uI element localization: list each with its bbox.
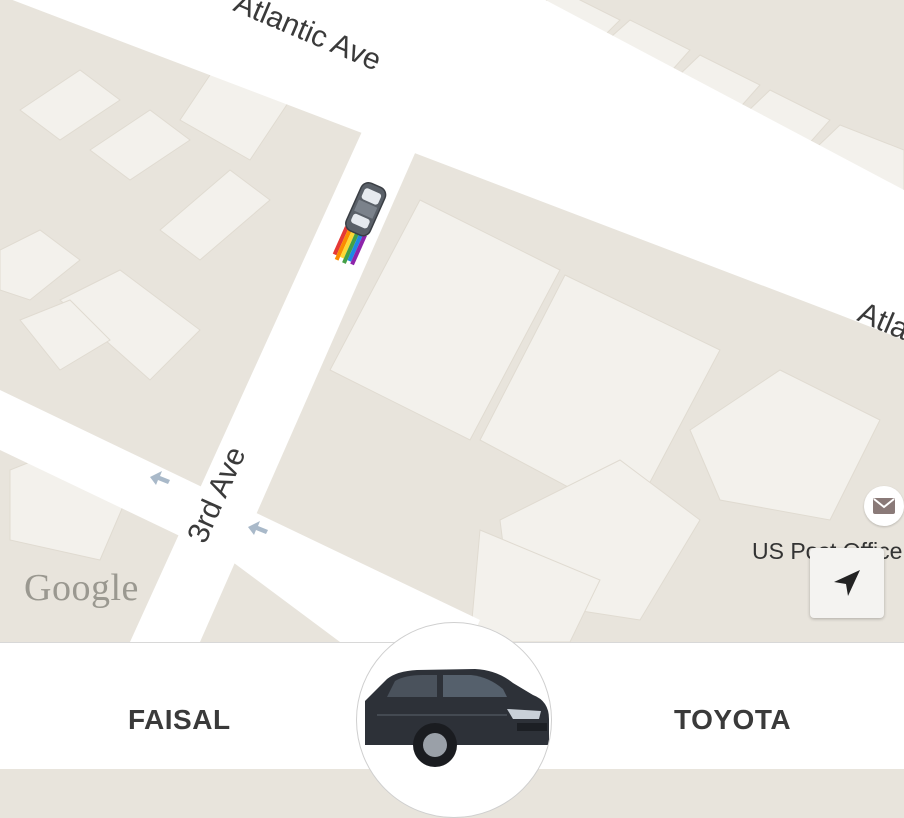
google-logo: Google bbox=[24, 567, 139, 609]
envelope-icon bbox=[873, 498, 895, 514]
my-location-button[interactable] bbox=[810, 548, 884, 618]
sedan-car-icon bbox=[365, 669, 549, 767]
map-view[interactable]: Atlantic Ave Atla 3rd Ave US Google bbox=[0, 0, 904, 642]
car-make: TOYOTA bbox=[674, 704, 792, 735]
navigation-arrow-icon bbox=[834, 570, 860, 596]
vehicle-photo[interactable] bbox=[356, 622, 552, 818]
driver-name: FAISAL bbox=[128, 704, 231, 735]
post-office-marker[interactable] bbox=[864, 486, 904, 526]
